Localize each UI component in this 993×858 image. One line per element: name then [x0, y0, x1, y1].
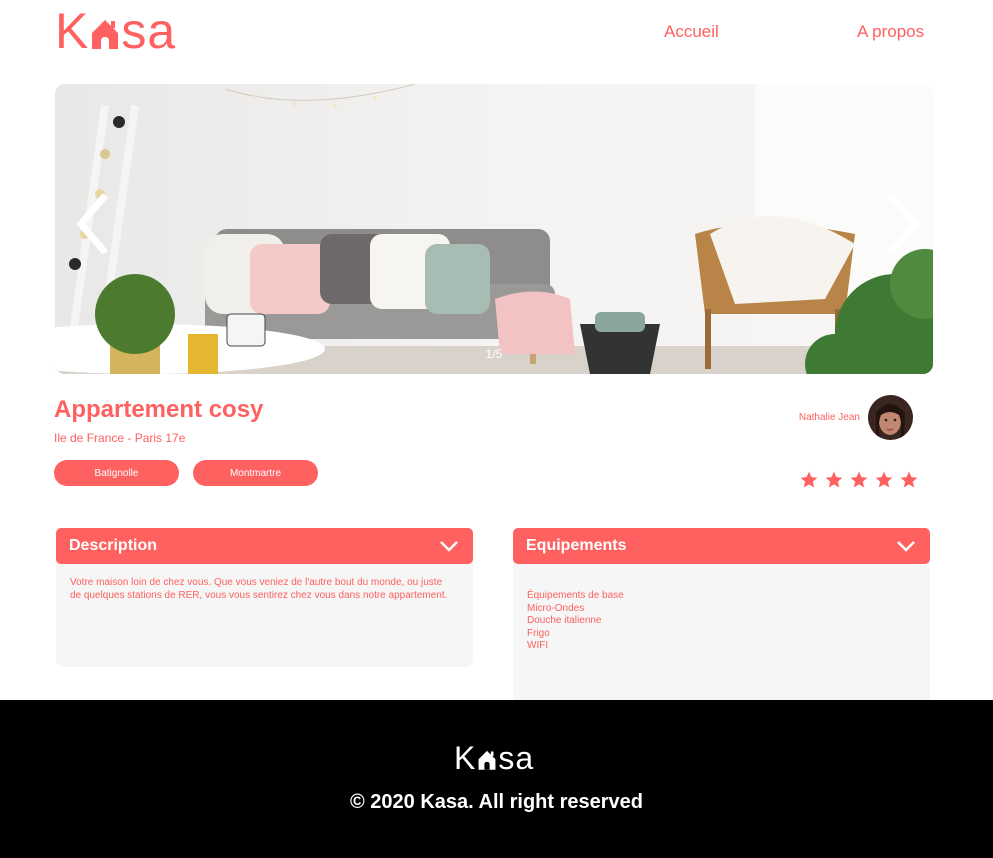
- footer-copyright: © 2020 Kasa. All right reserved: [349, 791, 644, 813]
- logo-letters-sa: sa: [121, 3, 177, 59]
- house-icon: [477, 745, 497, 771]
- description-title: Description: [69, 537, 158, 554]
- chevron-down-icon: [897, 541, 915, 552]
- footer-logo: K sa: [454, 738, 534, 778]
- chevron-right-icon: [888, 193, 920, 255]
- star-icon: [850, 471, 868, 488]
- list-item: Frigo: [527, 627, 550, 639]
- listing-photo: [55, 84, 933, 374]
- listing-location: Ile de France - Paris 17e: [54, 431, 186, 445]
- star-icon: [800, 471, 818, 488]
- description-toggle[interactable]: Description: [56, 528, 473, 564]
- nav-about-link[interactable]: A propos: [857, 22, 924, 42]
- kasa-logo[interactable]: K sa: [55, 3, 176, 59]
- list-item: WIFI: [527, 640, 549, 651]
- list-item: Équipements de base: [527, 590, 624, 601]
- tag-batignolle: Batignolle: [54, 460, 179, 486]
- footer: K sa © 2020 Kasa. All right reserved: [0, 700, 993, 858]
- equipments-list: Équipements de base Micro-Ondes Douche i…: [527, 590, 916, 653]
- carousel-counter: 1/5: [485, 347, 503, 361]
- listing-title: Appartement cosy: [54, 396, 264, 423]
- carousel-prev-button[interactable]: [69, 193, 117, 255]
- header: K sa Accueil A propos: [0, 0, 993, 64]
- logo-letter-k: K: [55, 3, 90, 59]
- description-body: Votre maison loin de chez vous. Que vous…: [56, 558, 473, 667]
- description-text: Votre maison loin de chez vous. Que vous…: [70, 577, 448, 601]
- footer-logo-letters-sa: sa: [498, 740, 535, 776]
- star-icon: [875, 471, 893, 488]
- star-icon: [900, 471, 918, 488]
- nav-home-link[interactable]: Accueil: [664, 22, 719, 42]
- equipments-title: Equipements: [526, 537, 627, 554]
- star-icon: [825, 471, 843, 488]
- equipments-body: Équipements de base Micro-Ondes Douche i…: [513, 558, 930, 714]
- chevron-down-icon: [440, 541, 458, 552]
- equipments-toggle[interactable]: Equipements: [513, 528, 930, 564]
- list-item: Douche italienne: [527, 615, 602, 626]
- host-avatar: [868, 395, 913, 440]
- carousel-next-button[interactable]: [879, 193, 927, 255]
- footer-logo-letter-k: K: [454, 740, 477, 776]
- chevron-left-icon: [76, 193, 108, 255]
- house-icon: [90, 11, 120, 51]
- equipments-collapse: Equipements Équipements de base Micro-On…: [513, 528, 930, 714]
- rating-stars: [799, 470, 919, 490]
- description-collapse: Description Votre maison loin de chez vo…: [56, 528, 473, 667]
- host-name: Nathalie Jean: [798, 412, 860, 423]
- tag-montmartre: Montmartre: [193, 460, 318, 486]
- list-item: Micro-Ondes: [527, 602, 585, 614]
- photo-carousel: 1/5: [55, 84, 933, 374]
